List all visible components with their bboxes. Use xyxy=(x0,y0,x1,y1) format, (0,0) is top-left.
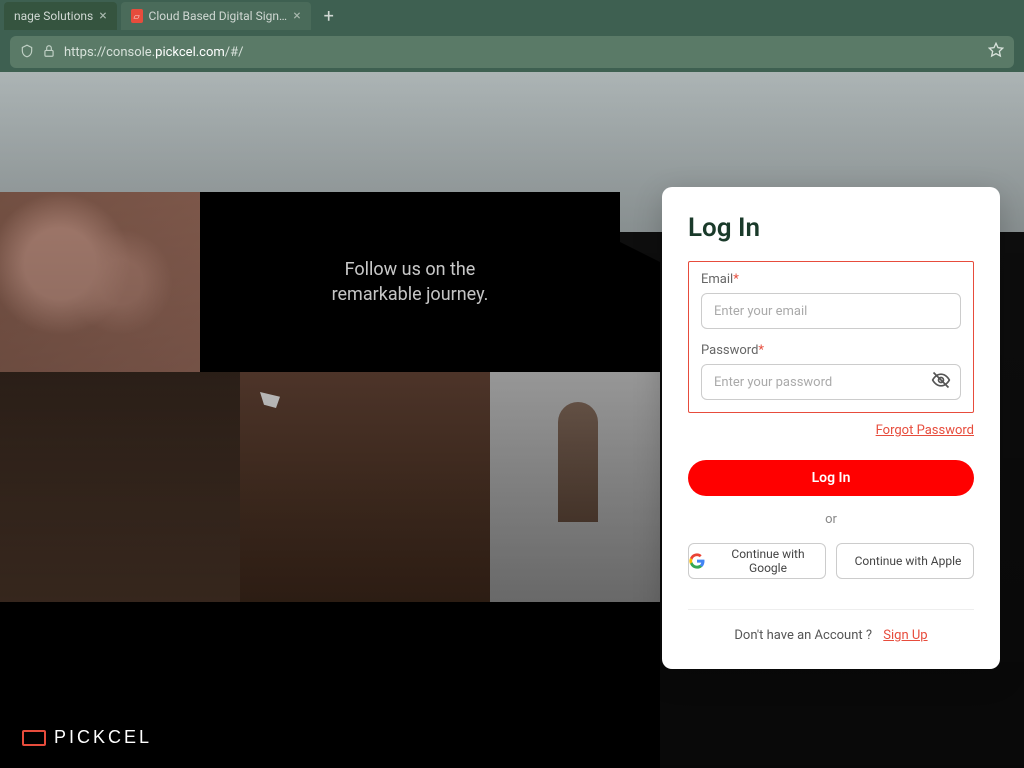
toggle-password-visibility-icon[interactable] xyxy=(931,370,951,394)
password-input[interactable] xyxy=(701,364,961,400)
new-tab-button[interactable]: + xyxy=(315,2,343,30)
close-icon[interactable]: × xyxy=(293,8,300,24)
login-card: Log In Email* Password* xyxy=(662,187,1000,669)
close-icon[interactable]: × xyxy=(99,8,106,24)
tab-bar: nage Solutions × ▱ Cloud Based Digital S… xyxy=(0,0,1024,32)
or-divider: or xyxy=(688,512,974,527)
url-domain: pickcel.com xyxy=(155,45,225,60)
brand-logo: PICKCEL xyxy=(22,727,152,748)
forgot-password-row: Forgot Password xyxy=(688,419,974,438)
bookmark-star-icon[interactable] xyxy=(988,42,1004,62)
signup-link[interactable]: Sign Up xyxy=(883,628,927,643)
login-button[interactable]: Log In xyxy=(688,460,974,496)
email-field-group: Email* xyxy=(701,272,961,329)
tab-title: Cloud Based Digital Signage Pr xyxy=(149,9,288,23)
password-field-group: Password* xyxy=(701,343,961,400)
tab-active[interactable]: ▱ Cloud Based Digital Signage Pr × xyxy=(121,2,311,30)
url-prefix: https://console. xyxy=(64,45,155,60)
forgot-password-link[interactable]: Forgot Password xyxy=(876,423,974,438)
continue-with-apple-button[interactable]: Continue with Apple xyxy=(836,543,974,579)
url-text: https://console.pickcel.com/#/ xyxy=(64,45,980,60)
favicon-icon: ▱ xyxy=(131,9,143,23)
password-label: Password* xyxy=(701,343,961,358)
tab-title: nage Solutions xyxy=(14,9,93,23)
logo-icon xyxy=(22,730,46,746)
url-bar-row: https://console.pickcel.com/#/ xyxy=(0,32,1024,72)
google-button-label: Continue with Google xyxy=(711,547,825,575)
page-content: Follow us on the remarkable journey. PIC… xyxy=(0,72,1024,768)
signup-row: Don't have an Account ? Sign Up xyxy=(688,609,974,643)
tab-inactive[interactable]: nage Solutions × xyxy=(4,2,117,30)
email-input[interactable] xyxy=(701,293,961,329)
no-account-text: Don't have an Account ? xyxy=(734,628,872,643)
login-title: Log In xyxy=(688,213,974,243)
url-bar[interactable]: https://console.pickcel.com/#/ xyxy=(10,36,1014,68)
email-label: Email* xyxy=(701,272,961,287)
continue-with-google-button[interactable]: Continue with Google xyxy=(688,543,826,579)
social-login-row: Continue with Google Continue with Apple xyxy=(688,543,974,579)
login-form: Email* Password* xyxy=(688,261,974,413)
lock-icon xyxy=(42,43,56,62)
url-suffix: /#/ xyxy=(225,45,244,60)
logo-text: PICKCEL xyxy=(54,727,152,748)
shield-icon xyxy=(20,43,34,62)
apple-button-label: Continue with Apple xyxy=(855,554,962,568)
browser-chrome: nage Solutions × ▱ Cloud Based Digital S… xyxy=(0,0,1024,72)
google-icon xyxy=(689,553,705,569)
